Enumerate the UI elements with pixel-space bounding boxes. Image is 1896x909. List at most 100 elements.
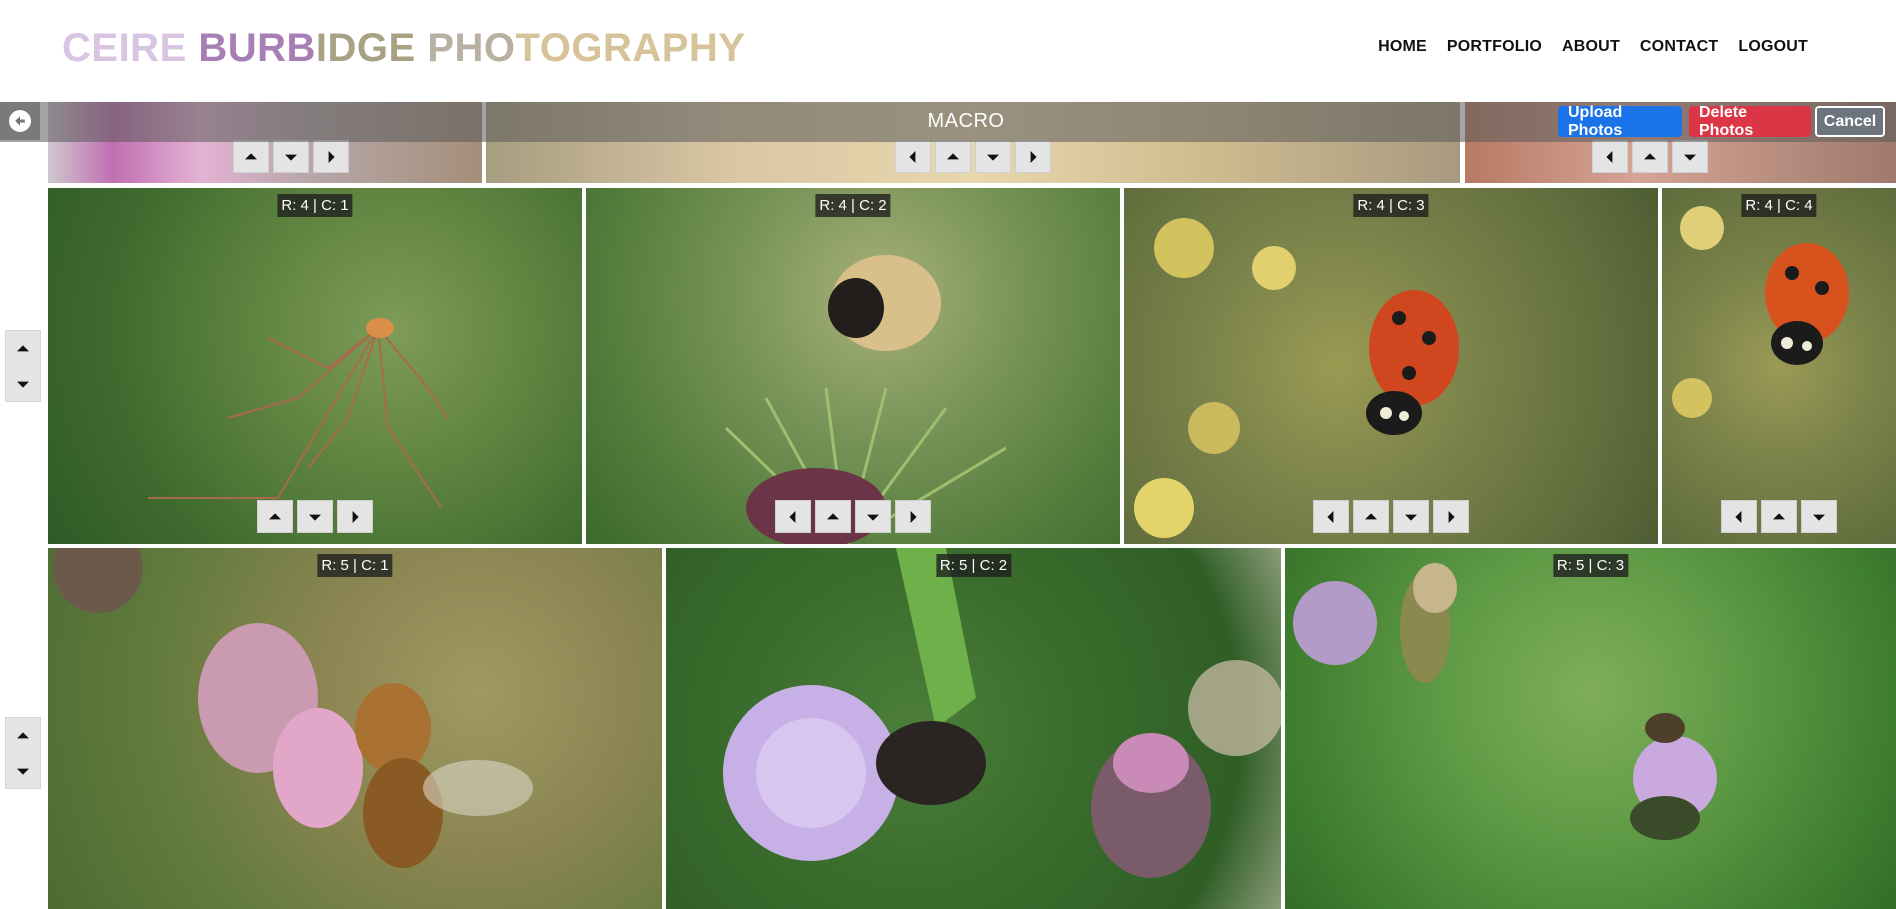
brand-part: BURB (198, 26, 316, 70)
move-down-button[interactable] (273, 140, 310, 173)
position-label: R: 4 | C: 3 (1353, 194, 1429, 217)
move-down-button[interactable] (855, 500, 891, 533)
photo-controls (257, 500, 373, 533)
caret-up-icon (1365, 512, 1377, 519)
position-label: R: 4 | C: 2 (815, 194, 891, 217)
arrow-left-circle-icon (9, 110, 31, 132)
row-move-up-button[interactable] (6, 332, 40, 366)
caret-down-icon (17, 381, 29, 388)
photo-controls (1721, 500, 1837, 533)
bee-thistle-figure (723, 548, 1281, 878)
move-up-button[interactable] (935, 140, 971, 173)
row-move-down-button[interactable] (6, 367, 40, 401)
nav-logout[interactable]: LOGOUT (1738, 38, 1808, 56)
move-left-button[interactable] (775, 500, 811, 533)
move-right-button[interactable] (895, 500, 931, 533)
move-right-button[interactable] (337, 500, 373, 533)
photo-controls (1592, 140, 1709, 173)
caret-up-icon (1773, 512, 1785, 519)
spider-figure (148, 318, 448, 508)
bee-thistle-figure (1293, 563, 1717, 840)
move-up-button[interactable] (257, 500, 293, 533)
position-label: R: 5 | C: 1 (317, 554, 393, 577)
caret-right-icon (1030, 150, 1037, 163)
row5-controls (5, 717, 41, 789)
caret-down-icon (1405, 514, 1417, 521)
photo-tile-r5-c1[interactable]: R: 5 | C: 1 (48, 548, 662, 909)
caret-left-icon (1735, 510, 1742, 523)
row-move-down-button[interactable] (6, 754, 40, 788)
caret-right-icon (352, 510, 359, 523)
caret-down-icon (1813, 514, 1825, 521)
position-label: R: 4 | C: 1 (277, 194, 353, 217)
caret-up-icon (17, 344, 29, 351)
caret-up-icon (1644, 152, 1657, 159)
move-down-button[interactable] (297, 500, 333, 533)
caret-down-icon (1684, 154, 1697, 161)
brand-part: PHO (427, 26, 516, 70)
delete-photos-button[interactable]: Delete Photos (1689, 104, 1811, 139)
photo-tile-r5-c2[interactable]: R: 5 | C: 2 (666, 548, 1281, 909)
position-label: R: 5 | C: 3 (1552, 554, 1629, 577)
move-right-button[interactable] (1433, 500, 1469, 533)
move-right-button[interactable] (313, 140, 350, 173)
photo-controls (775, 500, 931, 533)
caret-left-icon (1606, 150, 1613, 163)
ladybird-figure (1134, 218, 1459, 538)
nav-home[interactable]: HOME (1378, 38, 1427, 56)
photo-tile-r4-c2[interactable]: R: 4 | C: 2 (586, 188, 1120, 544)
caret-right-icon (1448, 510, 1455, 523)
nav-contact[interactable]: CONTACT (1640, 38, 1718, 56)
photo-tile-r4-c4[interactable]: R: 4 | C: 4 (1662, 188, 1896, 544)
section-title: MACRO (927, 110, 1005, 132)
move-down-button[interactable] (1393, 500, 1429, 533)
move-up-button[interactable] (1761, 500, 1797, 533)
site-brand[interactable]: CEIRE BURBIDGE PHOTOGRAPHY (62, 26, 745, 71)
caret-right-icon (910, 510, 917, 523)
photo-tile-r4-c3[interactable]: R: 4 | C: 3 (1124, 188, 1658, 544)
ladybird-figure (1672, 206, 1849, 418)
back-button[interactable] (0, 102, 40, 140)
move-up-button[interactable] (233, 140, 270, 173)
photo-tile-r5-c3[interactable]: R: 5 | C: 3 (1285, 548, 1896, 909)
bee-figure (724, 255, 1007, 544)
move-down-button[interactable] (1801, 500, 1837, 533)
move-left-button[interactable] (1721, 500, 1757, 533)
move-down-button[interactable] (1672, 140, 1709, 173)
brand-part: CEIRE (62, 26, 199, 70)
caret-up-icon (17, 731, 29, 738)
move-up-button[interactable] (1632, 140, 1669, 173)
row4-controls (5, 330, 41, 402)
move-down-button[interactable] (975, 140, 1011, 173)
move-left-button[interactable] (895, 140, 931, 173)
site-header: CEIRE BURBIDGE PHOTOGRAPHY HOME PORTFOLI… (0, 0, 1896, 102)
main-nav: HOME PORTFOLIO ABOUT CONTACT LOGOUT (1378, 38, 1808, 56)
photo-controls (1313, 500, 1469, 533)
nav-about[interactable]: ABOUT (1562, 38, 1620, 56)
caret-up-icon (245, 152, 258, 159)
cancel-button[interactable]: Cancel (1815, 106, 1885, 137)
caret-down-icon (309, 514, 321, 521)
caret-left-icon (789, 510, 796, 523)
position-label: R: 5 | C: 2 (935, 554, 1012, 577)
move-left-button[interactable] (1592, 140, 1629, 173)
caret-right-icon (328, 150, 335, 163)
caret-up-icon (947, 152, 959, 159)
photo-tile-r4-c1[interactable]: R: 4 | C: 1 (48, 188, 582, 544)
position-label: R: 4 | C: 4 (1741, 194, 1817, 217)
move-up-button[interactable] (1353, 500, 1389, 533)
caret-down-icon (285, 154, 298, 161)
caret-up-icon (827, 512, 839, 519)
caret-down-icon (867, 514, 879, 521)
row-move-up-button[interactable] (6, 719, 40, 753)
nav-portfolio[interactable]: PORTFOLIO (1447, 38, 1542, 56)
move-right-button[interactable] (1015, 140, 1051, 173)
move-left-button[interactable] (1313, 500, 1349, 533)
move-up-button[interactable] (815, 500, 851, 533)
honeybee-figure (53, 548, 533, 868)
brand-part: IDGE (315, 26, 428, 70)
caret-left-icon (909, 150, 916, 163)
caret-down-icon (17, 768, 29, 775)
upload-photos-button[interactable]: Upload Photos (1558, 104, 1682, 139)
brand-part: TOGRAPHY (515, 26, 746, 70)
